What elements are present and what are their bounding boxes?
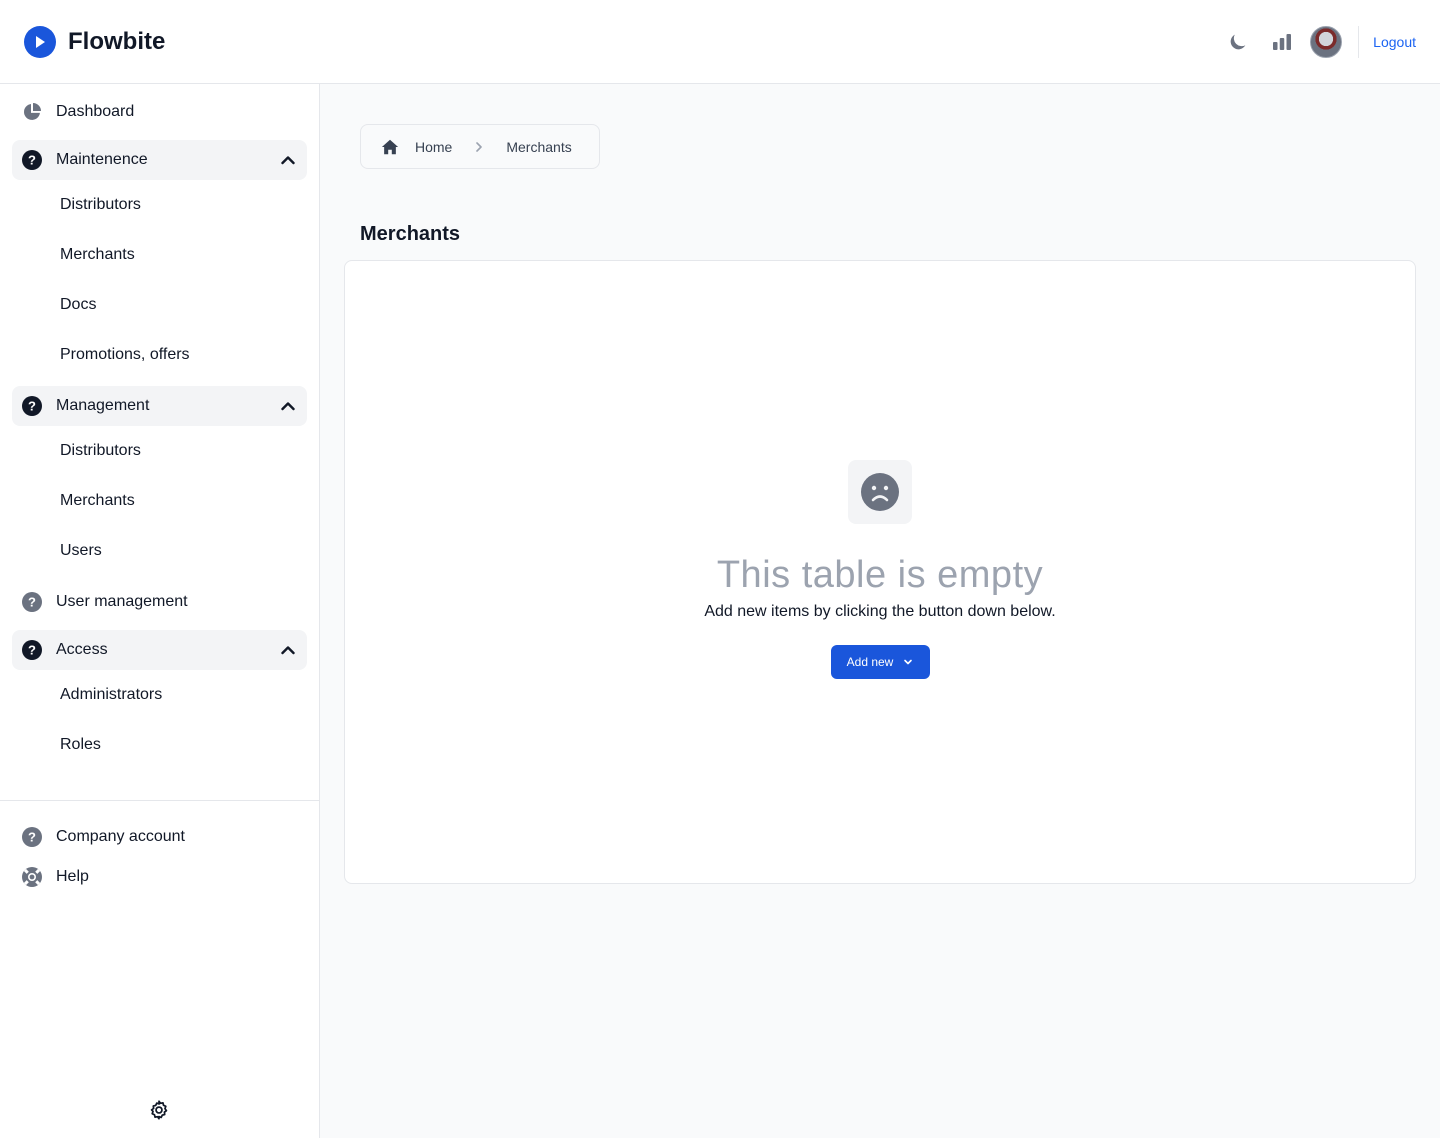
submenu-access: Administrators Roles xyxy=(12,670,307,770)
sidebar-subitem-users[interactable]: Users xyxy=(12,526,307,576)
sidebar-group-label: Management xyxy=(56,397,150,414)
pie-chart-icon xyxy=(22,102,42,122)
gear-icon xyxy=(150,1100,168,1120)
flowbite-logo-icon xyxy=(24,25,56,58)
user-avatar[interactable] xyxy=(1310,25,1343,58)
empty-state-title: This table is empty xyxy=(716,554,1044,596)
add-new-label: Add new xyxy=(846,655,894,669)
page-title: Merchants xyxy=(360,223,461,245)
lifebuoy-icon xyxy=(22,867,42,887)
moon-icon xyxy=(1230,34,1246,49)
question-circle-icon: ? xyxy=(22,640,42,660)
sidebar-bottom-nav: ? Company account Help xyxy=(12,817,308,905)
top-navbar: Flowbite Logout xyxy=(0,0,1440,84)
chevron-up-icon xyxy=(279,151,297,169)
sidebar-group-maintenence[interactable]: ? Maintenence xyxy=(12,140,307,180)
sidebar-item-label: User management xyxy=(56,593,188,610)
sidebar-item-help[interactable]: Help xyxy=(12,857,308,897)
question-circle-icon: ? xyxy=(22,396,42,416)
empty-state-subtitle: Add new items by clicking the button dow… xyxy=(704,603,1056,620)
sidebar-subitem-merchants[interactable]: Merchants xyxy=(12,230,307,280)
header-divider xyxy=(1358,25,1360,58)
sidebar-item-label: Help xyxy=(56,868,89,885)
sidebar-item-dashboard[interactable]: Dashboard xyxy=(12,92,307,132)
svg-text:?: ? xyxy=(28,643,36,658)
home-icon[interactable] xyxy=(381,138,399,156)
sidebar-item-user-management[interactable]: ? User management xyxy=(12,582,307,622)
sidebar-item-label: Dashboard xyxy=(56,103,135,120)
svg-text:?: ? xyxy=(28,830,36,845)
chevron-up-icon xyxy=(279,397,297,415)
stats-button[interactable] xyxy=(1260,20,1304,64)
sidebar-subitem-promotions[interactable]: Promotions, offers xyxy=(12,330,307,380)
main-content: Home Merchants Merchants This table is e… xyxy=(320,84,1440,1138)
sidebar-subitem-roles[interactable]: Roles xyxy=(12,720,307,770)
chevron-right-icon xyxy=(476,141,483,152)
empty-state: This table is empty Add new items by cli… xyxy=(345,460,1415,679)
chevron-up-icon xyxy=(279,641,297,659)
chart-bars-icon xyxy=(1273,33,1292,50)
sidebar-group-access[interactable]: ? Access xyxy=(12,630,307,670)
svg-text:?: ? xyxy=(28,399,36,414)
svg-text:?: ? xyxy=(28,595,36,610)
sidebar-group-label: Maintenence xyxy=(56,151,148,168)
sidebar-nav: Dashboard ? Maintenence Distributors Mer… xyxy=(0,84,319,784)
empty-icon-box xyxy=(848,460,912,524)
settings-button[interactable] xyxy=(148,1099,170,1121)
sidebar-subitem-docs[interactable]: Docs xyxy=(12,280,307,330)
merchants-table-card: This table is empty Add new items by cli… xyxy=(344,260,1416,884)
submenu-management: Distributors Merchants Users xyxy=(12,426,307,576)
sidebar-subitem-administrators[interactable]: Administrators xyxy=(12,670,307,720)
chevron-down-icon xyxy=(904,659,913,665)
logout-link[interactable]: Logout xyxy=(1373,34,1416,50)
sidebar-divider xyxy=(0,800,319,801)
question-circle-icon: ? xyxy=(22,150,42,170)
brand-name: Flowbite xyxy=(68,27,166,55)
sidebar-subitem-distributors[interactable]: Distributors xyxy=(12,180,307,230)
question-circle-icon: ? xyxy=(22,592,42,612)
sidebar-group-label: Access xyxy=(56,641,108,658)
breadcrumb: Home Merchants xyxy=(360,124,600,169)
question-circle-icon: ? xyxy=(22,827,42,847)
brand[interactable]: Flowbite xyxy=(24,25,166,58)
sidebar-item-label: Company account xyxy=(56,828,185,845)
submenu-maintenence: Distributors Merchants Docs Promotions, … xyxy=(12,180,307,380)
breadcrumb-current: Merchants xyxy=(506,138,572,155)
sidebar-item-company-account[interactable]: ? Company account xyxy=(12,817,308,857)
svg-text:?: ? xyxy=(28,153,36,168)
sad-face-icon xyxy=(861,473,899,511)
add-new-button[interactable]: Add new xyxy=(830,645,930,679)
breadcrumb-home[interactable]: Home xyxy=(415,139,452,155)
sidebar-subitem-merchants[interactable]: Merchants xyxy=(12,476,307,526)
dark-mode-toggle[interactable] xyxy=(1216,20,1260,64)
sidebar-group-management[interactable]: ? Management xyxy=(12,386,307,426)
sidebar: Dashboard ? Maintenence Distributors Mer… xyxy=(0,84,320,1138)
sidebar-subitem-distributors[interactable]: Distributors xyxy=(12,426,307,476)
